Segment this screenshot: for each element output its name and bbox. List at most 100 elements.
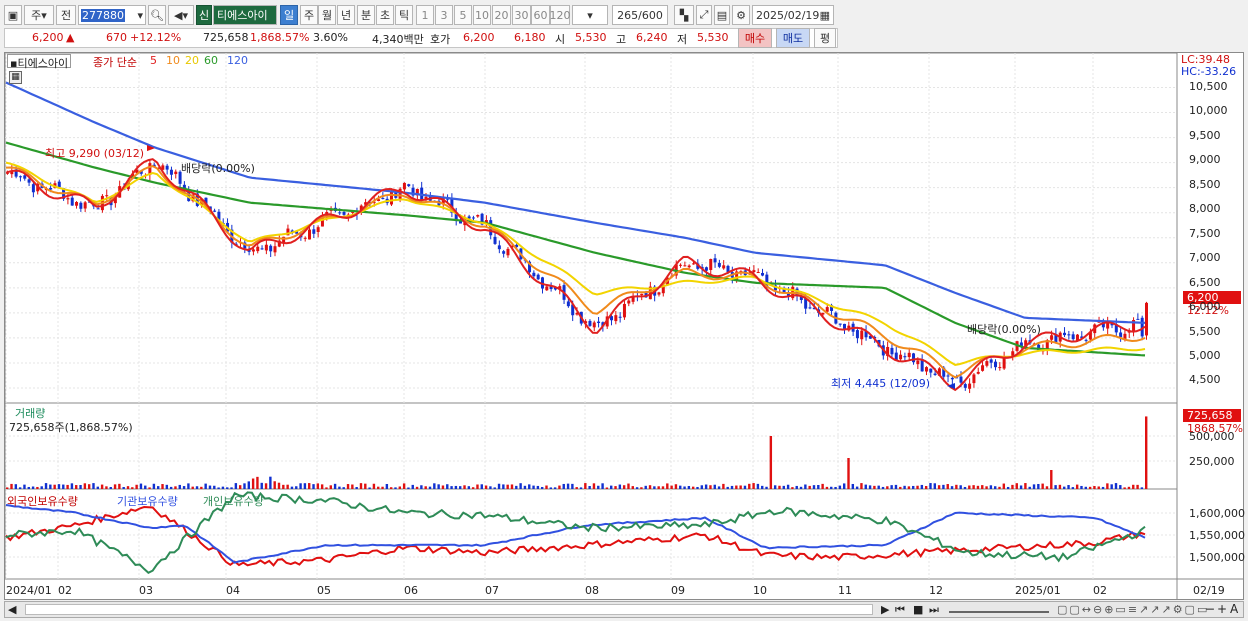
chart-scrollbar[interactable]: ◀ ▶ ⏮ ■ ⏭ ▢▢↔⊖⊕▭≡↗↗↗⚙▢▭ − + A [4,601,1244,618]
indicator-icon[interactable]: ▚ [674,5,694,25]
chart-panel[interactable]: ▪티에스아이 종가 단순 5 10 20 60 120 ▦ LC:39.48 H… [4,52,1245,600]
price-tick: 5,000 [1189,348,1221,362]
toolbar-tools-icon[interactable]: ▢▢↔⊖⊕▭≡↗↗↗⚙▢▭ [1057,603,1209,616]
minute-option-3[interactable]: 10 [473,5,491,25]
minute-option-5[interactable]: 30 [512,5,531,25]
price-tick: 6,000 [1189,300,1221,314]
volume-bar [23,484,26,489]
volume-bar [31,486,35,489]
candle-body [312,229,316,234]
speaker-icon[interactable]: ◀▾ [168,5,194,25]
period-tab-2[interactable]: 월 [318,5,336,25]
candle-body [855,330,859,339]
buy-button[interactable]: 매수 [738,28,772,48]
volume-bar [1097,486,1100,489]
volume-ratio: 1,868.57% [250,31,310,44]
ma20-legend: 20 [185,54,199,67]
market-select[interactable]: 주 ▾ [24,5,54,25]
price-tick: 6,500 [1189,275,1221,289]
all-button[interactable]: 전 [56,5,76,25]
search-icon[interactable]: 🔍︎ [148,5,166,25]
volume-bar [566,483,570,489]
font-size-icon[interactable]: A [1230,602,1238,616]
volume-bar [308,483,311,489]
rewind-icon[interactable]: ⏮ [895,603,905,617]
volume-bar [342,487,345,489]
save-icon[interactable]: ▤ [714,5,730,25]
minute-option-2[interactable]: 5 [454,5,472,25]
volume-bar [825,486,829,489]
stop-icon[interactable]: ■ [913,603,923,616]
minute-option-0[interactable]: 1 [416,5,434,25]
candle-body [75,202,79,206]
volume-bar [683,486,686,489]
candle-body [717,262,721,267]
volume-bar [251,478,255,489]
minute-option-4[interactable]: 20 [492,5,511,25]
holding-foreign-legend: 외국인보유수량 [7,495,78,508]
volume-bar [169,486,173,489]
volume-bar [1093,486,1096,489]
volume-bar [49,484,52,489]
last-volume-tag: 725,658 [1183,409,1241,422]
stock-code-input[interactable]: 277880 ▾ [78,5,146,25]
stock-legend[interactable]: ▪티에스아이 [7,54,72,70]
volume-bar [1110,484,1113,489]
candle-body [618,316,622,318]
volume-bar [855,486,859,489]
candle-body [49,188,53,190]
draw-tool-icon[interactable]: ⤢ [696,5,712,25]
volume-bar [10,483,13,489]
candle-body [838,323,842,325]
candle-body [165,165,169,170]
date-label: 09 [671,584,685,597]
minute-option-7[interactable]: 120 [550,5,571,25]
volume-bar [428,486,432,489]
calculator-icon[interactable]: ▦ [9,71,22,84]
scroll-right-icon[interactable]: ▶ [881,603,889,616]
volume-bar [290,486,294,489]
period-tab-4[interactable]: 분 [357,5,375,25]
volume-bar [182,486,186,489]
change-value: 670 [106,31,127,44]
candle-body [1119,332,1123,338]
low-label: 저 [677,33,688,46]
date-picker[interactable]: 2025/02/19 ▦ [752,5,834,25]
sell-button[interactable]: 매도 [776,28,810,48]
price-chart-svg[interactable] [5,53,1243,599]
zoom-slider[interactable] [949,606,1049,613]
volume-bar [981,485,984,489]
volume-bar [933,483,936,489]
period-tab-1[interactable]: 주 [300,5,318,25]
scroll-left-icon[interactable]: ◀ [8,603,16,616]
minute-option-6[interactable]: 60 [531,5,550,25]
period-tab-0[interactable]: 일 [280,5,298,25]
count-field[interactable]: 265/600 [612,5,668,25]
volume-bar [791,487,794,489]
window-layout-icon[interactable]: ▣ [4,5,22,25]
scroll-track[interactable] [25,604,873,615]
volume-bar [135,484,138,489]
period-tab-5[interactable]: 초 [376,5,394,25]
candle-body [597,321,601,324]
volume-bar [299,483,302,489]
candle-body [407,184,411,187]
volume-bar [955,484,958,489]
custom-period-select[interactable]: ▾ [572,5,608,25]
zoom-in-icon[interactable]: + [1217,602,1227,616]
zoom-out-icon[interactable]: − [1205,602,1215,616]
volume-tick: 250,000 [1189,455,1235,468]
volume-bar [1080,485,1083,489]
open-label: 시 [555,33,566,46]
period-tab-6[interactable]: 틱 [395,5,413,25]
ma120-line [5,81,1146,324]
fast-forward-icon[interactable]: ⏭ [929,603,939,617]
flat-button[interactable]: 평 [814,28,836,48]
calendar-icon[interactable]: ▦ [820,9,830,22]
minute-option-1[interactable]: 3 [435,5,453,25]
volume-bar [644,485,647,489]
period-tab-3[interactable]: 년 [337,5,355,25]
gear-icon[interactable]: ⚙ [732,5,750,25]
volume-bar [359,483,363,489]
code-dropdown-icon[interactable]: ▾ [137,9,145,22]
